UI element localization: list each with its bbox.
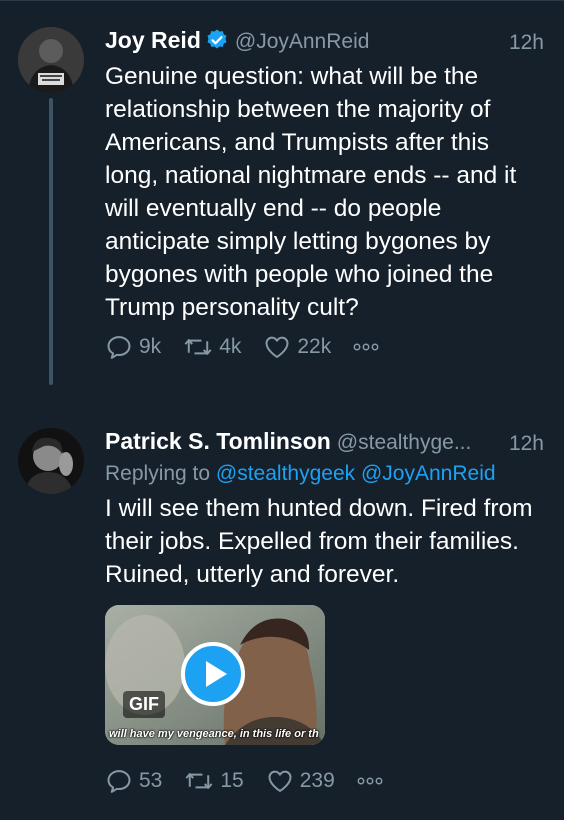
gif-badge: GIF [123, 691, 165, 718]
play-button[interactable] [181, 642, 245, 706]
tweet-patrick-tomlinson[interactable]: Patrick S. Tomlinson @stealthyge... 12h R… [0, 410, 564, 820]
reply-count: 53 [139, 769, 163, 792]
heart-icon [268, 770, 292, 792]
reply-button[interactable]: 53 [105, 767, 162, 795]
retweet-button[interactable]: 4k [183, 333, 241, 361]
mention-link[interactable]: @JoyAnnReid [361, 462, 496, 485]
replying-to-label: Replying to [105, 462, 211, 485]
more-options-button[interactable] [353, 341, 385, 353]
tweet-header: Joy Reid @JoyAnnReid 12h [105, 27, 544, 61]
like-count: 22k [297, 335, 332, 358]
user-handle[interactable]: @stealthyge... [337, 431, 472, 454]
like-button[interactable]: 239 [266, 767, 335, 795]
retweet-icon [184, 339, 212, 355]
replying-to-line: Replying to @stealthygeek @JoyAnnReid [105, 462, 496, 486]
display-name[interactable]: Joy Reid [105, 27, 201, 53]
play-icon [181, 642, 245, 706]
retweet-count: 4k [219, 335, 242, 358]
avatar[interactable] [18, 27, 84, 93]
heart-icon [265, 336, 289, 358]
reply-icon [107, 770, 131, 793]
action-bar: 53 15 239 [105, 764, 389, 798]
tweet-text: Genuine question: what will be the relat… [105, 63, 517, 321]
user-handle[interactable]: @JoyAnnReid [235, 30, 370, 53]
thread-line [49, 98, 53, 385]
like-button[interactable]: 22k [263, 333, 331, 361]
gif-media[interactable]: GIF will have my vengeance, in this life… [105, 605, 325, 745]
retweet-icon [185, 773, 213, 789]
action-bar: 9k 4k 22k [105, 330, 385, 364]
mention-link[interactable]: @stealthygeek [216, 462, 355, 485]
reply-button[interactable]: 9k [105, 333, 161, 361]
retweet-button[interactable]: 15 [184, 767, 244, 795]
more-options-button[interactable] [357, 775, 389, 787]
retweet-count: 15 [220, 769, 244, 792]
tweet-joy-reid[interactable]: Joy Reid @JoyAnnReid 12h Genuine question… [0, 0, 564, 390]
timestamp[interactable]: 12h [509, 432, 544, 456]
reply-icon [107, 336, 131, 359]
tweet-header: Patrick S. Tomlinson @stealthyge... 12h [105, 428, 544, 462]
tweet-text: I will see them hunted down. Fired from … [105, 495, 533, 588]
like-count: 239 [299, 769, 335, 792]
reply-count: 9k [139, 335, 162, 358]
more-icon [353, 343, 379, 351]
avatar[interactable] [18, 428, 84, 494]
more-icon [357, 777, 383, 785]
display-name[interactable]: Patrick S. Tomlinson [105, 428, 331, 454]
gif-caption: will have my vengeance, in this life or … [109, 728, 319, 740]
timestamp[interactable]: 12h [509, 31, 544, 55]
verified-badge-icon [205, 28, 229, 57]
